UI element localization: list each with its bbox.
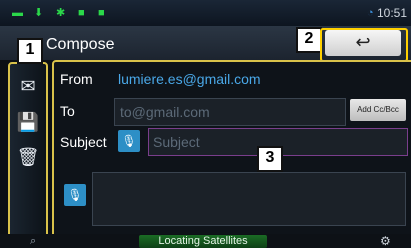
from-label: From xyxy=(60,71,93,87)
search-icon[interactable]: ⌕ xyxy=(30,235,36,248)
callout-1: 1 xyxy=(17,38,43,64)
notification-icon: ■ xyxy=(78,7,85,19)
page-title: Compose xyxy=(46,36,115,53)
subject-placeholder: Subject xyxy=(153,134,200,150)
from-value[interactable]: lumiere.es@gmail.com xyxy=(118,71,261,87)
callout-2: 2 xyxy=(296,27,322,53)
send-mail-icon[interactable]: ✉ xyxy=(10,76,46,97)
to-label: To xyxy=(60,103,75,119)
microphone-icon: 🎙 xyxy=(121,134,137,148)
callout-3: 3 xyxy=(257,146,283,172)
microphone-icon: 🎙 xyxy=(67,188,83,202)
download-icon: ⬇ xyxy=(34,7,44,19)
to-placeholder: to@gmail.com xyxy=(120,104,210,120)
usb-icon: ▬ xyxy=(12,7,23,19)
add-cc-bcc-button[interactable]: Add Cc/Bcc xyxy=(350,99,406,121)
delete-icon[interactable]: 🗑 xyxy=(10,147,46,168)
status-clock: 10:51 xyxy=(376,6,407,20)
settings-icon: ✱ xyxy=(56,7,66,19)
body-field[interactable] xyxy=(92,172,406,226)
gear-icon[interactable]: ⚙ xyxy=(380,234,391,248)
wifi-icon: ◔ xyxy=(367,7,374,19)
subject-label: Subject xyxy=(60,134,107,150)
callout-2-bracket xyxy=(320,28,408,62)
subject-mic-button[interactable]: 🎙 xyxy=(118,130,140,152)
body-mic-button[interactable]: 🎙 xyxy=(64,184,86,206)
notification-icon: ■ xyxy=(98,7,105,19)
gps-status: Locating Satellites xyxy=(139,235,267,248)
save-icon[interactable]: 💾 xyxy=(10,112,46,133)
